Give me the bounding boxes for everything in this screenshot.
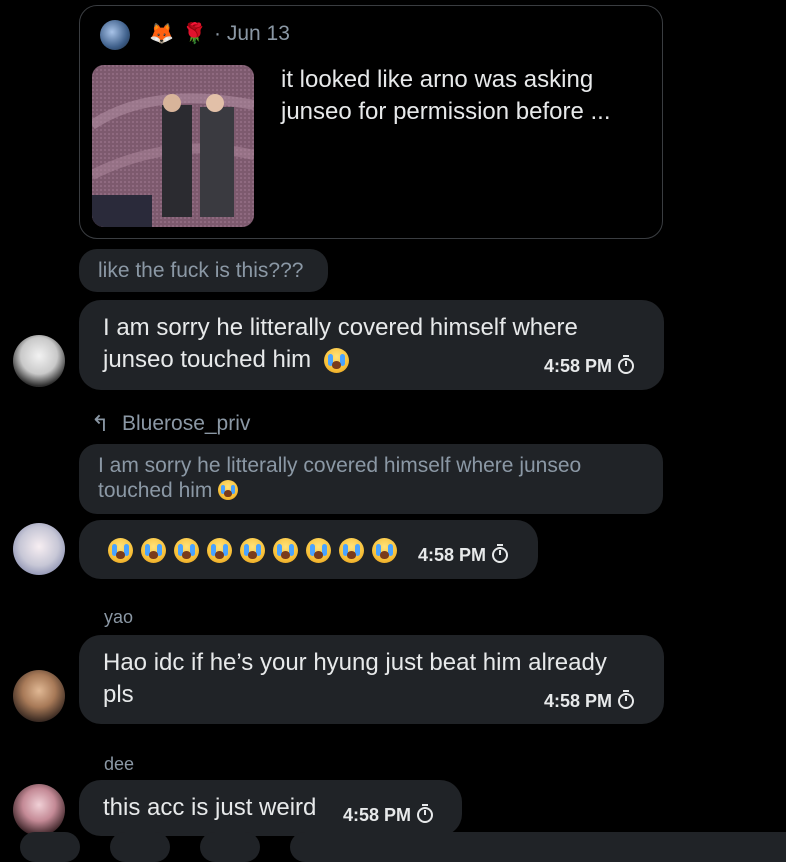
time-label: 4:58 PM — [418, 545, 487, 565]
composer-action-button[interactable] — [20, 832, 80, 862]
time-label: 4:58 PM — [343, 805, 412, 825]
sender-name: dee — [104, 754, 135, 774]
stage-photo — [92, 65, 254, 227]
message-reply-context[interactable]: like the fuck is this??? — [79, 249, 328, 292]
quoted-post-image[interactable] — [92, 65, 254, 227]
timer-icon — [492, 544, 509, 563]
loudly-crying-face-icon — [174, 538, 199, 564]
loudly-crying-face-icon — [108, 538, 133, 564]
avatar[interactable] — [13, 523, 65, 575]
composer-action-button[interactable] — [110, 832, 170, 862]
loudly-crying-face-icon — [323, 348, 349, 374]
reply-to-username[interactable]: Bluerose_priv — [122, 412, 250, 436]
time-label: 4:58 PM — [544, 691, 613, 711]
timer-icon — [618, 690, 635, 709]
time-label: 4:58 PM — [544, 356, 613, 376]
loudly-crying-face-icon — [240, 538, 265, 564]
message-text: this acc is just weird — [103, 794, 317, 821]
loudly-crying-face-icon — [339, 538, 364, 564]
loudly-crying-face-icon — [273, 538, 298, 564]
reply-quote-text: I am sorry he litterally covered himself… — [98, 454, 582, 502]
reply-arrow-icon: ↰ — [91, 411, 110, 436]
composer-action-button[interactable] — [200, 832, 260, 862]
quoted-post-date: · Jun 13 — [214, 22, 290, 45]
avatar[interactable] — [13, 784, 65, 836]
loudly-crying-face-icon — [141, 538, 166, 564]
avatar[interactable] — [13, 335, 65, 387]
loudly-crying-face-icon — [372, 538, 397, 564]
message-composer-input[interactable] — [290, 832, 786, 862]
timer-icon — [618, 355, 635, 374]
avatar[interactable] — [13, 670, 65, 722]
quoted-author-avatar[interactable] — [100, 20, 130, 50]
loudly-crying-face-icon — [218, 480, 239, 500]
sender-name: yao — [104, 607, 134, 627]
fox-emoji: 🦊 — [149, 23, 174, 45]
quoted-post-text: it looked like arno was asking junseo fo… — [281, 66, 611, 125]
loudly-crying-face-icon — [306, 538, 331, 564]
timer-icon — [417, 804, 434, 823]
message-time: 4:58 PM — [418, 544, 509, 566]
message-time: 4:58 PM — [343, 804, 434, 826]
message-text: Hao idc if he’s your hyung just beat him… — [103, 649, 607, 708]
rose-emoji: 🌹 — [182, 23, 207, 45]
loudly-crying-face-icon — [207, 538, 232, 564]
message-time: 4:58 PM — [544, 355, 635, 377]
message-reply-context[interactable]: I am sorry he litterally covered himself… — [79, 444, 663, 514]
message-time: 4:58 PM — [544, 690, 635, 712]
